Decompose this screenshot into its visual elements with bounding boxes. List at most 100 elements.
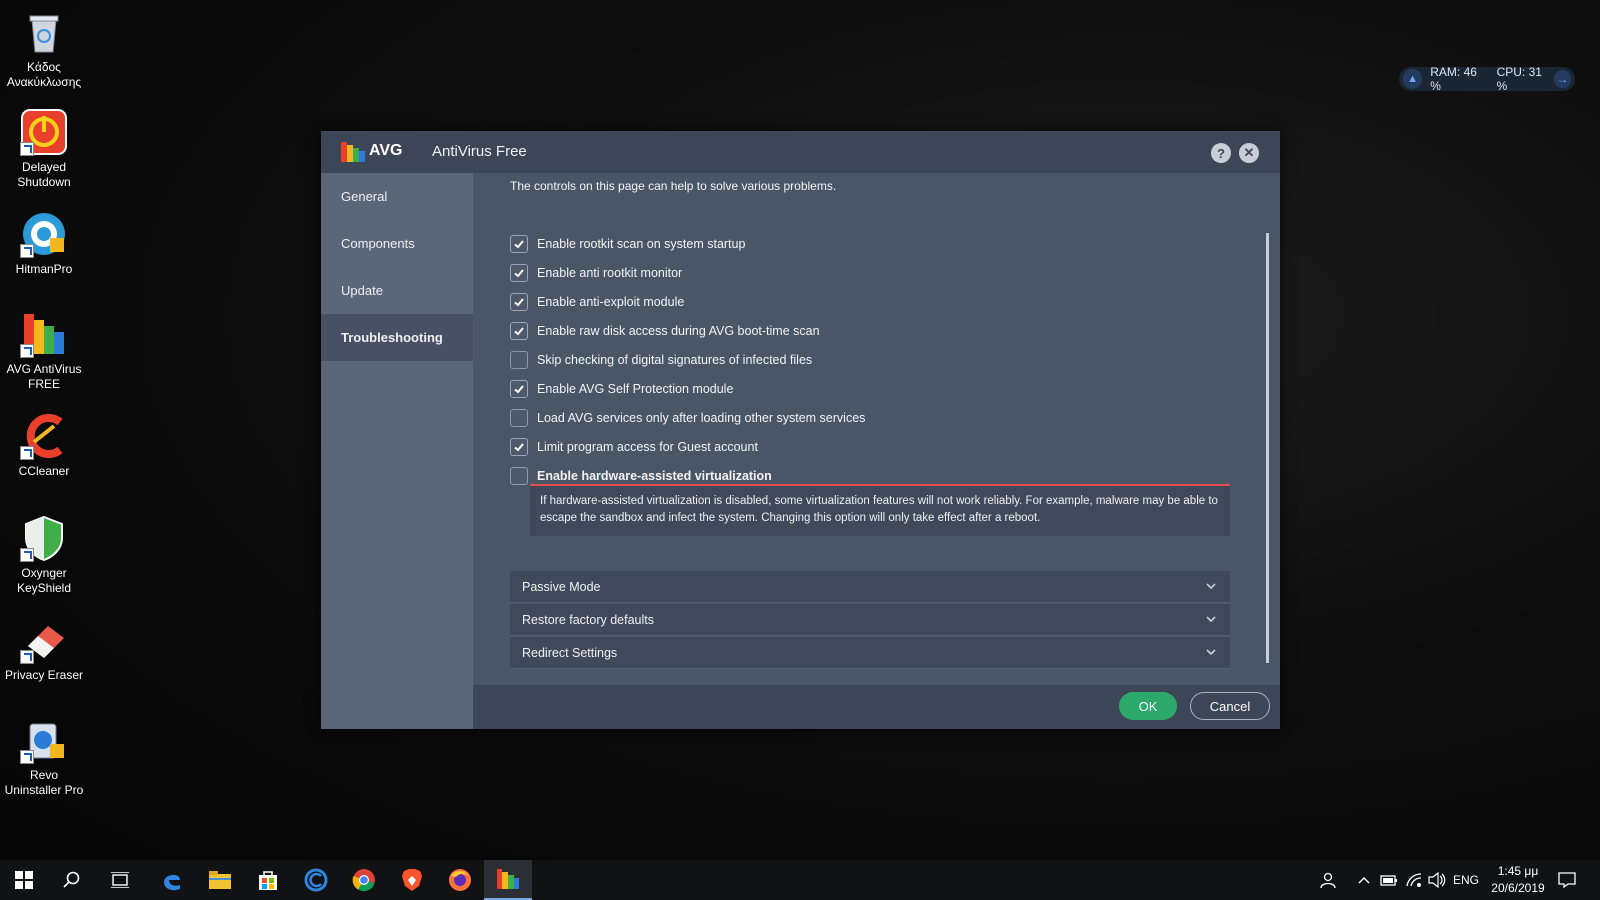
page-intro: The controls on this page can help to so… — [510, 179, 837, 193]
avg-icon — [20, 310, 68, 358]
accordion-label: Redirect Settings — [522, 645, 618, 660]
ok-button[interactable]: OK — [1119, 692, 1177, 720]
desktop-icon-hitmanpro[interactable]: HitmanPro — [2, 210, 86, 277]
eraser-icon — [20, 616, 68, 664]
checkbox-checked[interactable] — [510, 235, 528, 253]
power-icon — [20, 108, 68, 156]
speaker-icon — [1428, 872, 1446, 888]
checkbox-unchecked[interactable] — [510, 351, 528, 369]
accordion-redirect-settings[interactable]: Redirect Settings — [510, 637, 1230, 669]
desktop-icon-privacy-eraser[interactable]: Privacy Eraser — [2, 616, 86, 683]
close-button[interactable]: ✕ — [1239, 143, 1259, 163]
taskbar-file-explorer[interactable] — [196, 860, 244, 900]
checkbox-checked[interactable] — [510, 438, 528, 456]
wifi-icon — [1406, 873, 1422, 887]
desktop-icon-ccleaner[interactable]: CCleaner — [2, 412, 86, 479]
option-hardware-virtualization[interactable]: Enable hardware-assisted virtualization — [510, 466, 772, 486]
shortcut-arrow-icon — [20, 446, 34, 460]
battery-icon — [1380, 875, 1397, 886]
checkbox-checked[interactable] — [510, 322, 528, 340]
troubleshooting-panel: The controls on this page can help to so… — [473, 173, 1280, 685]
shortcut-arrow-icon — [20, 142, 34, 156]
desktop-icon-label: Revo Uninstaller Pro — [4, 768, 84, 797]
desktop-icon-label: Delayed Shutdown — [17, 160, 71, 189]
accordion-passive-mode[interactable]: Passive Mode — [510, 571, 1230, 603]
start-button[interactable] — [0, 860, 48, 900]
sidebar-item-general[interactable]: General — [321, 173, 473, 220]
option-raw-disk-access[interactable]: Enable raw disk access during AVG boot-t… — [510, 321, 820, 341]
option-label: Enable anti-exploit module — [537, 295, 685, 309]
accordion-label: Restore factory defaults — [522, 612, 655, 627]
arrow-right-icon[interactable]: → — [1553, 70, 1571, 88]
chrome-icon — [352, 869, 375, 892]
taskbar-store[interactable] — [244, 860, 292, 900]
search-icon — [63, 871, 80, 888]
option-rootkit-scan[interactable]: Enable rootkit scan on system startup — [510, 234, 745, 254]
option-guest-access[interactable]: Limit program access for Guest account — [510, 437, 758, 457]
option-anti-rootkit-monitor[interactable]: Enable anti rootkit monitor — [510, 263, 682, 283]
option-self-protection[interactable]: Enable AVG Self Protection module — [510, 379, 733, 399]
sidebar-item-update[interactable]: Update — [321, 267, 473, 314]
option-load-services-later[interactable]: Load AVG services only after loading oth… — [510, 408, 865, 428]
desktop-icon-avg[interactable]: AVG AntiVirus FREE — [2, 310, 86, 392]
desktop-icon-revo-uninstaller[interactable]: Revo Uninstaller Pro — [2, 716, 86, 798]
battery-button[interactable] — [1380, 860, 1398, 900]
revo-icon — [20, 716, 68, 764]
shortcut-arrow-icon — [20, 750, 34, 764]
desktop-icon-oxynger-keyshield[interactable]: Oxynger KeyShield — [2, 514, 86, 596]
taskbar-firefox[interactable] — [436, 860, 484, 900]
scrollbar-thumb[interactable] — [1266, 233, 1269, 663]
search-button[interactable] — [48, 860, 96, 900]
language-indicator[interactable]: ENG — [1453, 860, 1479, 900]
window-title: AntiVirus Free — [432, 143, 527, 160]
shortcut-arrow-icon — [20, 650, 34, 664]
show-hidden-icons-button[interactable] — [1358, 860, 1370, 900]
option-label: Enable rootkit scan on system startup — [537, 237, 746, 251]
hw-virtualization-description: If hardware-assisted virtualization is d… — [530, 486, 1230, 536]
sidebar-item-components[interactable]: Components — [321, 220, 473, 267]
hitmanpro-icon — [20, 210, 68, 258]
avg-taskbar-icon — [497, 869, 519, 889]
option-skip-signatures[interactable]: Skip checking of digital signatures of i… — [510, 350, 812, 370]
checkbox-checked[interactable] — [510, 264, 528, 282]
checkbox-unchecked[interactable] — [510, 467, 528, 485]
taskbar: ENG 1:45 μμ 20/6/2019 — [0, 860, 1600, 900]
taskbar-ccleaner-browser[interactable] — [292, 860, 340, 900]
ram-readout: RAM: 46 % — [1430, 65, 1477, 93]
cancel-button[interactable]: Cancel — [1190, 692, 1270, 720]
option-anti-exploit[interactable]: Enable anti-exploit module — [510, 292, 684, 312]
ccleaner-icon — [20, 412, 68, 460]
accordion-restore-defaults[interactable]: Restore factory defaults — [510, 604, 1230, 636]
desktop-icon-delayed-shutdown[interactable]: Delayed Shutdown — [2, 108, 86, 190]
checkbox-checked[interactable] — [510, 293, 528, 311]
network-button[interactable] — [1406, 860, 1422, 900]
chevron-down-icon — [1206, 583, 1216, 590]
volume-button[interactable] — [1428, 860, 1446, 900]
store-icon — [259, 871, 277, 890]
settings-sidebar: General Components Update Troubleshootin… — [321, 173, 473, 729]
people-button[interactable] — [1318, 860, 1336, 900]
desktop-icon-recycle-bin[interactable]: Κάδος Ανακύκλωσης — [2, 8, 86, 90]
rocket-icon: ▲ — [1403, 69, 1423, 89]
help-button[interactable]: ? — [1211, 143, 1231, 163]
action-center-button[interactable] — [1558, 860, 1576, 900]
dialog-footer: OK Cancel — [473, 685, 1280, 729]
taskbar-edge[interactable] — [148, 860, 196, 900]
taskbar-brave[interactable] — [388, 860, 436, 900]
task-view-button[interactable] — [96, 860, 144, 900]
brand-name: AVG — [369, 142, 403, 159]
accordion-label: Passive Mode — [522, 579, 601, 594]
desktop-icon-label: Privacy Eraser — [4, 668, 84, 682]
system-clock[interactable]: 1:45 μμ 20/6/2019 — [1478, 863, 1558, 897]
performance-widget[interactable]: ▲ RAM: 46 % CPU: 31 % → — [1399, 65, 1575, 93]
checkbox-checked[interactable] — [510, 380, 528, 398]
brave-icon — [402, 869, 422, 891]
sidebar-item-troubleshooting[interactable]: Troubleshooting — [321, 314, 473, 361]
shield-icon — [20, 514, 68, 562]
title-bar[interactable]: AVG AntiVirus Free ? ✕ — [321, 131, 1280, 173]
taskbar-avg-active[interactable] — [484, 860, 532, 900]
checkbox-unchecked[interactable] — [510, 409, 528, 427]
clock-date: 20/6/2019 — [1491, 881, 1545, 895]
taskbar-chrome[interactable] — [340, 860, 388, 900]
desktop-icon-label: AVG AntiVirus FREE — [6, 362, 82, 391]
